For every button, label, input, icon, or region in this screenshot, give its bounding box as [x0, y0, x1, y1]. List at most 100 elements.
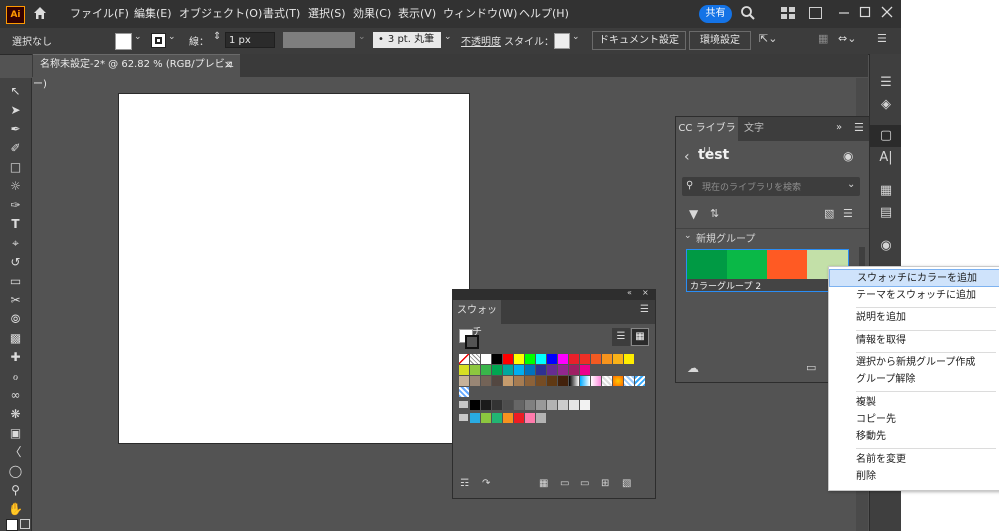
- panel-menu-icon[interactable]: ☰: [877, 32, 887, 45]
- chevron-down-icon[interactable]: ⌄: [358, 32, 366, 42]
- swatch[interactable]: [492, 365, 502, 375]
- group-swatch[interactable]: [503, 413, 513, 423]
- chevron-down-icon[interactable]: ⌄: [684, 231, 692, 241]
- swatch[interactable]: [536, 354, 546, 364]
- hand-tool-icon[interactable]: ✋: [0, 500, 31, 519]
- direct-selection-tool-icon[interactable]: ➤: [0, 101, 31, 120]
- menu-item-duplicate[interactable]: 複製: [829, 394, 999, 412]
- stroke-indicator[interactable]: [465, 335, 479, 349]
- swatch[interactable]: [481, 354, 491, 364]
- align-icon[interactable]: ▦: [818, 32, 828, 45]
- workspace-icon[interactable]: [809, 7, 822, 19]
- creative-cloud-icon[interactable]: ☁: [687, 361, 699, 375]
- swatch[interactable]: [536, 376, 546, 386]
- document-setup-button[interactable]: ドキュメント設定: [592, 31, 686, 50]
- swatch[interactable]: [503, 365, 513, 375]
- grid-view-icon[interactable]: ▧: [824, 207, 834, 220]
- menu-select[interactable]: 選択(S): [308, 0, 346, 28]
- list-view-icon[interactable]: ☰: [843, 207, 853, 220]
- artboard[interactable]: [118, 93, 470, 444]
- library-search-input[interactable]: ⚲ 現在のライブラリを検索 ⌄: [682, 177, 860, 196]
- spiral-tool-icon[interactable]: ☼: [0, 177, 31, 196]
- collapse-panel-icon[interactable]: »: [836, 122, 842, 133]
- chevron-left-icon[interactable]: ‹: [684, 149, 690, 165]
- filter-icon[interactable]: ▼: [689, 207, 698, 221]
- chevron-down-icon[interactable]: ⌄: [168, 32, 176, 42]
- menu-item-move-to[interactable]: 移動先: [829, 428, 999, 446]
- selection-tool-icon[interactable]: ↖: [0, 82, 31, 101]
- menu-type[interactable]: 書式(T): [263, 0, 300, 28]
- gray-swatch[interactable]: [470, 400, 480, 410]
- arrange-icon[interactable]: ⇱⌄: [759, 32, 777, 45]
- gray-swatch[interactable]: [503, 400, 513, 410]
- pattern-swatch[interactable]: [624, 376, 634, 386]
- swatch[interactable]: [492, 354, 502, 364]
- opacity-label[interactable]: 不透明度: [461, 33, 501, 48]
- free-transform-tool-icon[interactable]: ⌖: [0, 234, 31, 253]
- swatch[interactable]: [547, 365, 557, 375]
- pattern-swatch[interactable]: [569, 376, 579, 386]
- rectangle-tool-icon[interactable]: □: [0, 158, 31, 177]
- swatch[interactable]: [558, 365, 568, 375]
- menu-item-rename[interactable]: 名前を変更: [829, 451, 999, 469]
- document-close-icon[interactable]: ×: [224, 55, 233, 75]
- menu-item-add-to-swatches[interactable]: スウォッチにカラーを追加: [829, 269, 999, 287]
- mesh-tool-icon[interactable]: ✚: [0, 348, 31, 367]
- fill-stroke-icon[interactable]: [6, 519, 18, 531]
- align-panel-icon[interactable]: ▤: [870, 202, 901, 224]
- menu-effect[interactable]: 効果(C): [353, 0, 391, 28]
- pattern-swatch[interactable]: [591, 376, 601, 386]
- blend-tool-icon[interactable]: ∞: [0, 386, 31, 405]
- swatch[interactable]: [580, 365, 590, 375]
- gray-swatch[interactable]: [514, 400, 524, 410]
- lasso-tool-icon[interactable]: ⦾: [0, 310, 31, 329]
- variable-width-profile[interactable]: [283, 32, 355, 48]
- swatch[interactable]: [503, 376, 513, 386]
- transform-icon[interactable]: ⇔⌄: [838, 32, 856, 45]
- swatch[interactable]: [569, 354, 579, 364]
- swatch[interactable]: [514, 365, 524, 375]
- graphic-style-swatch[interactable]: [554, 33, 570, 49]
- pattern-swatch[interactable]: [613, 376, 623, 386]
- curvature-tool-icon[interactable]: ✐: [0, 139, 31, 158]
- appearance-icon[interactable]: ◉: [870, 235, 901, 257]
- scissors-tool-icon[interactable]: ✂: [0, 291, 31, 310]
- chevron-down-icon[interactable]: ⌄: [134, 32, 142, 42]
- stepper-icon[interactable]: ⇕: [213, 31, 221, 42]
- group-swatch[interactable]: [514, 413, 524, 423]
- swatch[interactable]: [514, 376, 524, 386]
- eyedropper-tool-icon[interactable]: ℴ: [0, 367, 31, 386]
- fill-swatch[interactable]: [115, 33, 132, 50]
- swatch[interactable]: [525, 376, 535, 386]
- menu-item-add-theme-to-swatches[interactable]: テーマをスウォッチに追加: [829, 287, 999, 305]
- group-swatch[interactable]: [536, 413, 546, 423]
- type-tool-icon[interactable]: T: [0, 215, 31, 234]
- menu-item-delete[interactable]: 削除: [829, 468, 999, 486]
- menu-item-add-description[interactable]: 説明を追加: [829, 309, 999, 327]
- menu-help[interactable]: ヘルプ(H): [519, 0, 569, 28]
- menu-file[interactable]: ファイル(F): [70, 0, 129, 28]
- gray-swatch[interactable]: [547, 400, 557, 410]
- panel-menu-icon[interactable]: ☰: [640, 304, 649, 315]
- new-swatch-icon[interactable]: ⊞: [601, 478, 609, 489]
- transform-panel-icon[interactable]: ▦: [870, 180, 901, 202]
- artboard-tool-icon[interactable]: ▣: [0, 424, 31, 443]
- character-icon[interactable]: A|: [870, 147, 901, 169]
- swatch[interactable]: [459, 376, 469, 386]
- close-icon[interactable]: [881, 6, 893, 18]
- sort-icon[interactable]: ⇅: [710, 207, 719, 220]
- menu-object[interactable]: オブジェクト(O): [179, 0, 262, 28]
- swatch[interactable]: [602, 354, 612, 364]
- tab-character[interactable]: 文字: [741, 117, 767, 141]
- arrange-documents-icon[interactable]: [781, 7, 795, 19]
- swatch[interactable]: [558, 354, 568, 364]
- group-swatch[interactable]: [525, 413, 535, 423]
- menu-item-new-group-from-selection[interactable]: 選択から新規グループ作成: [829, 354, 999, 372]
- gray-swatch[interactable]: [558, 400, 568, 410]
- preferences-button[interactable]: 環境設定: [689, 31, 751, 50]
- swatch[interactable]: [591, 354, 601, 364]
- color-group-tile[interactable]: カラーグループ 2: [686, 249, 849, 292]
- panel-menu-icon[interactable]: ☰: [854, 121, 864, 134]
- tab-swatches[interactable]: スウォッチ: [453, 300, 501, 338]
- stroke-width-field[interactable]: 1 px: [225, 32, 275, 48]
